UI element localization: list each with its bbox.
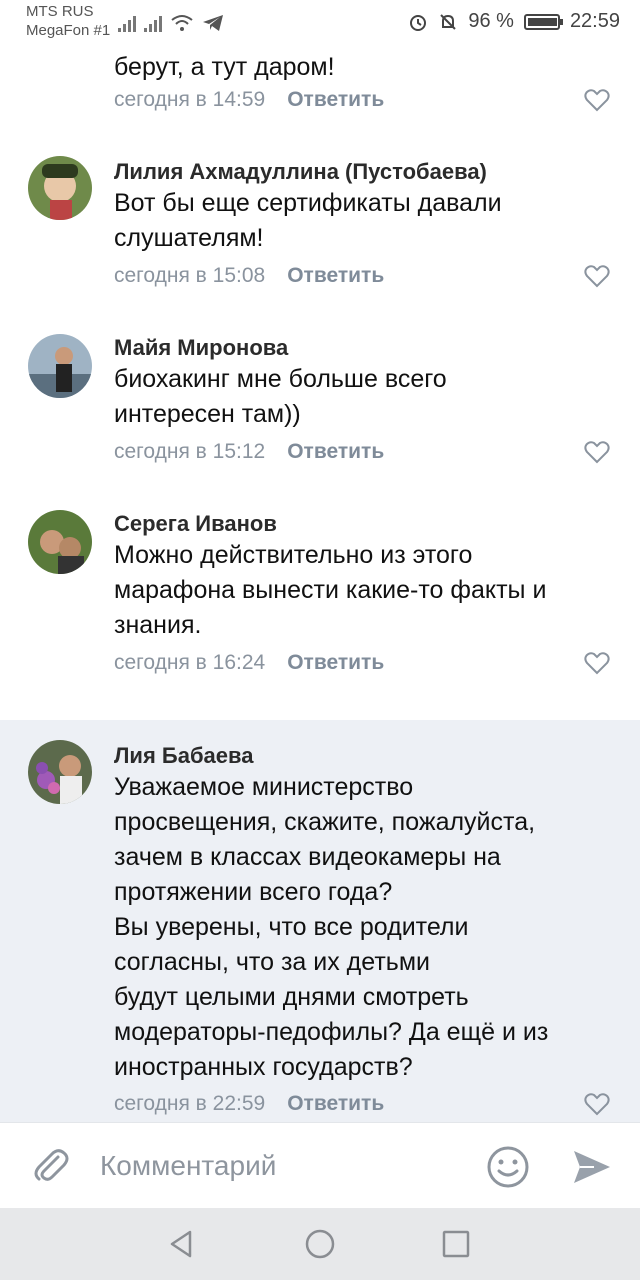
comment-text: Вот бы еще сертификаты давали слушателям…: [114, 189, 502, 252]
comment-author[interactable]: Серега Иванов: [114, 510, 620, 538]
comment-body: Лилия Ахмадуллина (Пустобаева) Вот бы ещ…: [114, 158, 620, 256]
avatar[interactable]: [28, 740, 92, 804]
avatar[interactable]: [28, 156, 92, 220]
comment-time: сегодня в 22:59: [114, 1092, 266, 1115]
circle-home-icon[interactable]: [304, 1228, 336, 1260]
comment-time: сегодня в 14:59: [114, 88, 266, 111]
comment-body: Лия Бабаева Уважаемое министерство просв…: [114, 742, 620, 1085]
comment-meta: сегодня в 15:08 Ответить: [114, 262, 384, 290]
carrier-1: MTS RUS: [26, 3, 94, 20]
avatar[interactable]: [28, 334, 92, 398]
comment-text: берут, а тут даром!: [114, 53, 335, 81]
heart-icon[interactable]: [584, 440, 610, 464]
smile-icon[interactable]: [486, 1145, 530, 1189]
comment-text: Уважаемое министерство просвещения, скаж…: [114, 773, 549, 1081]
reply-button[interactable]: Ответить: [287, 649, 384, 677]
paperclip-icon[interactable]: [30, 1145, 72, 1187]
comment-meta: сегодня в 15:12 Ответить: [114, 438, 384, 466]
comment-text: биохакинг мне больше всего интересен там…: [114, 365, 447, 428]
comment-meta: сегодня в 22:59 Ответить: [114, 1090, 384, 1118]
comment-time: сегодня в 16:24: [114, 651, 266, 674]
square-recent-icon[interactable]: [440, 1228, 472, 1260]
telegram-icon: [203, 15, 223, 31]
comment-item-highlighted: Лия Бабаева Уважаемое министерство просв…: [0, 720, 640, 1142]
comment-composer: [0, 1122, 640, 1208]
comment-author[interactable]: Майя Миронова: [114, 334, 620, 362]
comment-meta: сегодня в 14:59 Ответить: [114, 86, 384, 114]
signal-1-icon: [118, 14, 136, 32]
comment-meta: сегодня в 16:24 Ответить: [114, 649, 384, 677]
system-nav-bar: [0, 1208, 640, 1280]
triangle-back-icon[interactable]: [166, 1228, 198, 1260]
clock: 22:59: [569, 10, 620, 32]
battery-icon: [523, 13, 563, 30]
comment-body: Серега Иванов Можно действительно из это…: [114, 510, 620, 643]
heart-icon[interactable]: [584, 264, 610, 288]
comment-item: Серега Иванов Можно действительно из это…: [0, 508, 640, 720]
comment-time: сегодня в 15:12: [114, 440, 266, 463]
heart-icon[interactable]: [584, 651, 610, 675]
comment-body: Майя Миронова биохакинг мне больше всего…: [114, 334, 620, 432]
carrier-2: MegaFon #1: [26, 22, 111, 39]
wifi-icon: [171, 15, 193, 31]
avatar[interactable]: [28, 510, 92, 574]
reply-button[interactable]: Ответить: [287, 438, 384, 466]
comment-item: берут, а тут даром! сегодня в 14:59 Отве…: [0, 44, 640, 156]
comment-author[interactable]: Лилия Ахмадуллина (Пустобаева): [114, 158, 620, 186]
comment-text: Можно действительно из этого марафона вы…: [114, 541, 547, 639]
status-icons-left: [118, 10, 224, 32]
comment-author[interactable]: Лия Бабаева: [114, 742, 620, 770]
heart-icon[interactable]: [584, 88, 610, 112]
comment-input[interactable]: [100, 1141, 460, 1191]
battery-percent: 96 %: [468, 10, 514, 32]
status-icons-right: 96 % 22:59: [408, 10, 620, 33]
signal-2-icon: [144, 14, 162, 32]
reply-button[interactable]: Ответить: [287, 262, 384, 290]
reply-button[interactable]: Ответить: [287, 86, 384, 114]
send-icon[interactable]: [570, 1145, 614, 1189]
alarm-icon: [410, 14, 427, 31]
bell-off-icon: [440, 13, 457, 30]
comment-item: Майя Миронова биохакинг мне больше всего…: [0, 332, 640, 508]
comments-list: берут, а тут даром! сегодня в 14:59 Отве…: [0, 44, 640, 1142]
comment-item: Лилия Ахмадуллина (Пустобаева) Вот бы ещ…: [0, 156, 640, 332]
comment-time: сегодня в 15:08: [114, 264, 266, 287]
reply-button[interactable]: Ответить: [287, 1090, 384, 1118]
comment-body: берут, а тут даром!: [114, 50, 620, 85]
status-bar: MTS RUS MegaFon #1 96 % 22:59: [0, 0, 640, 44]
heart-icon[interactable]: [584, 1092, 610, 1116]
